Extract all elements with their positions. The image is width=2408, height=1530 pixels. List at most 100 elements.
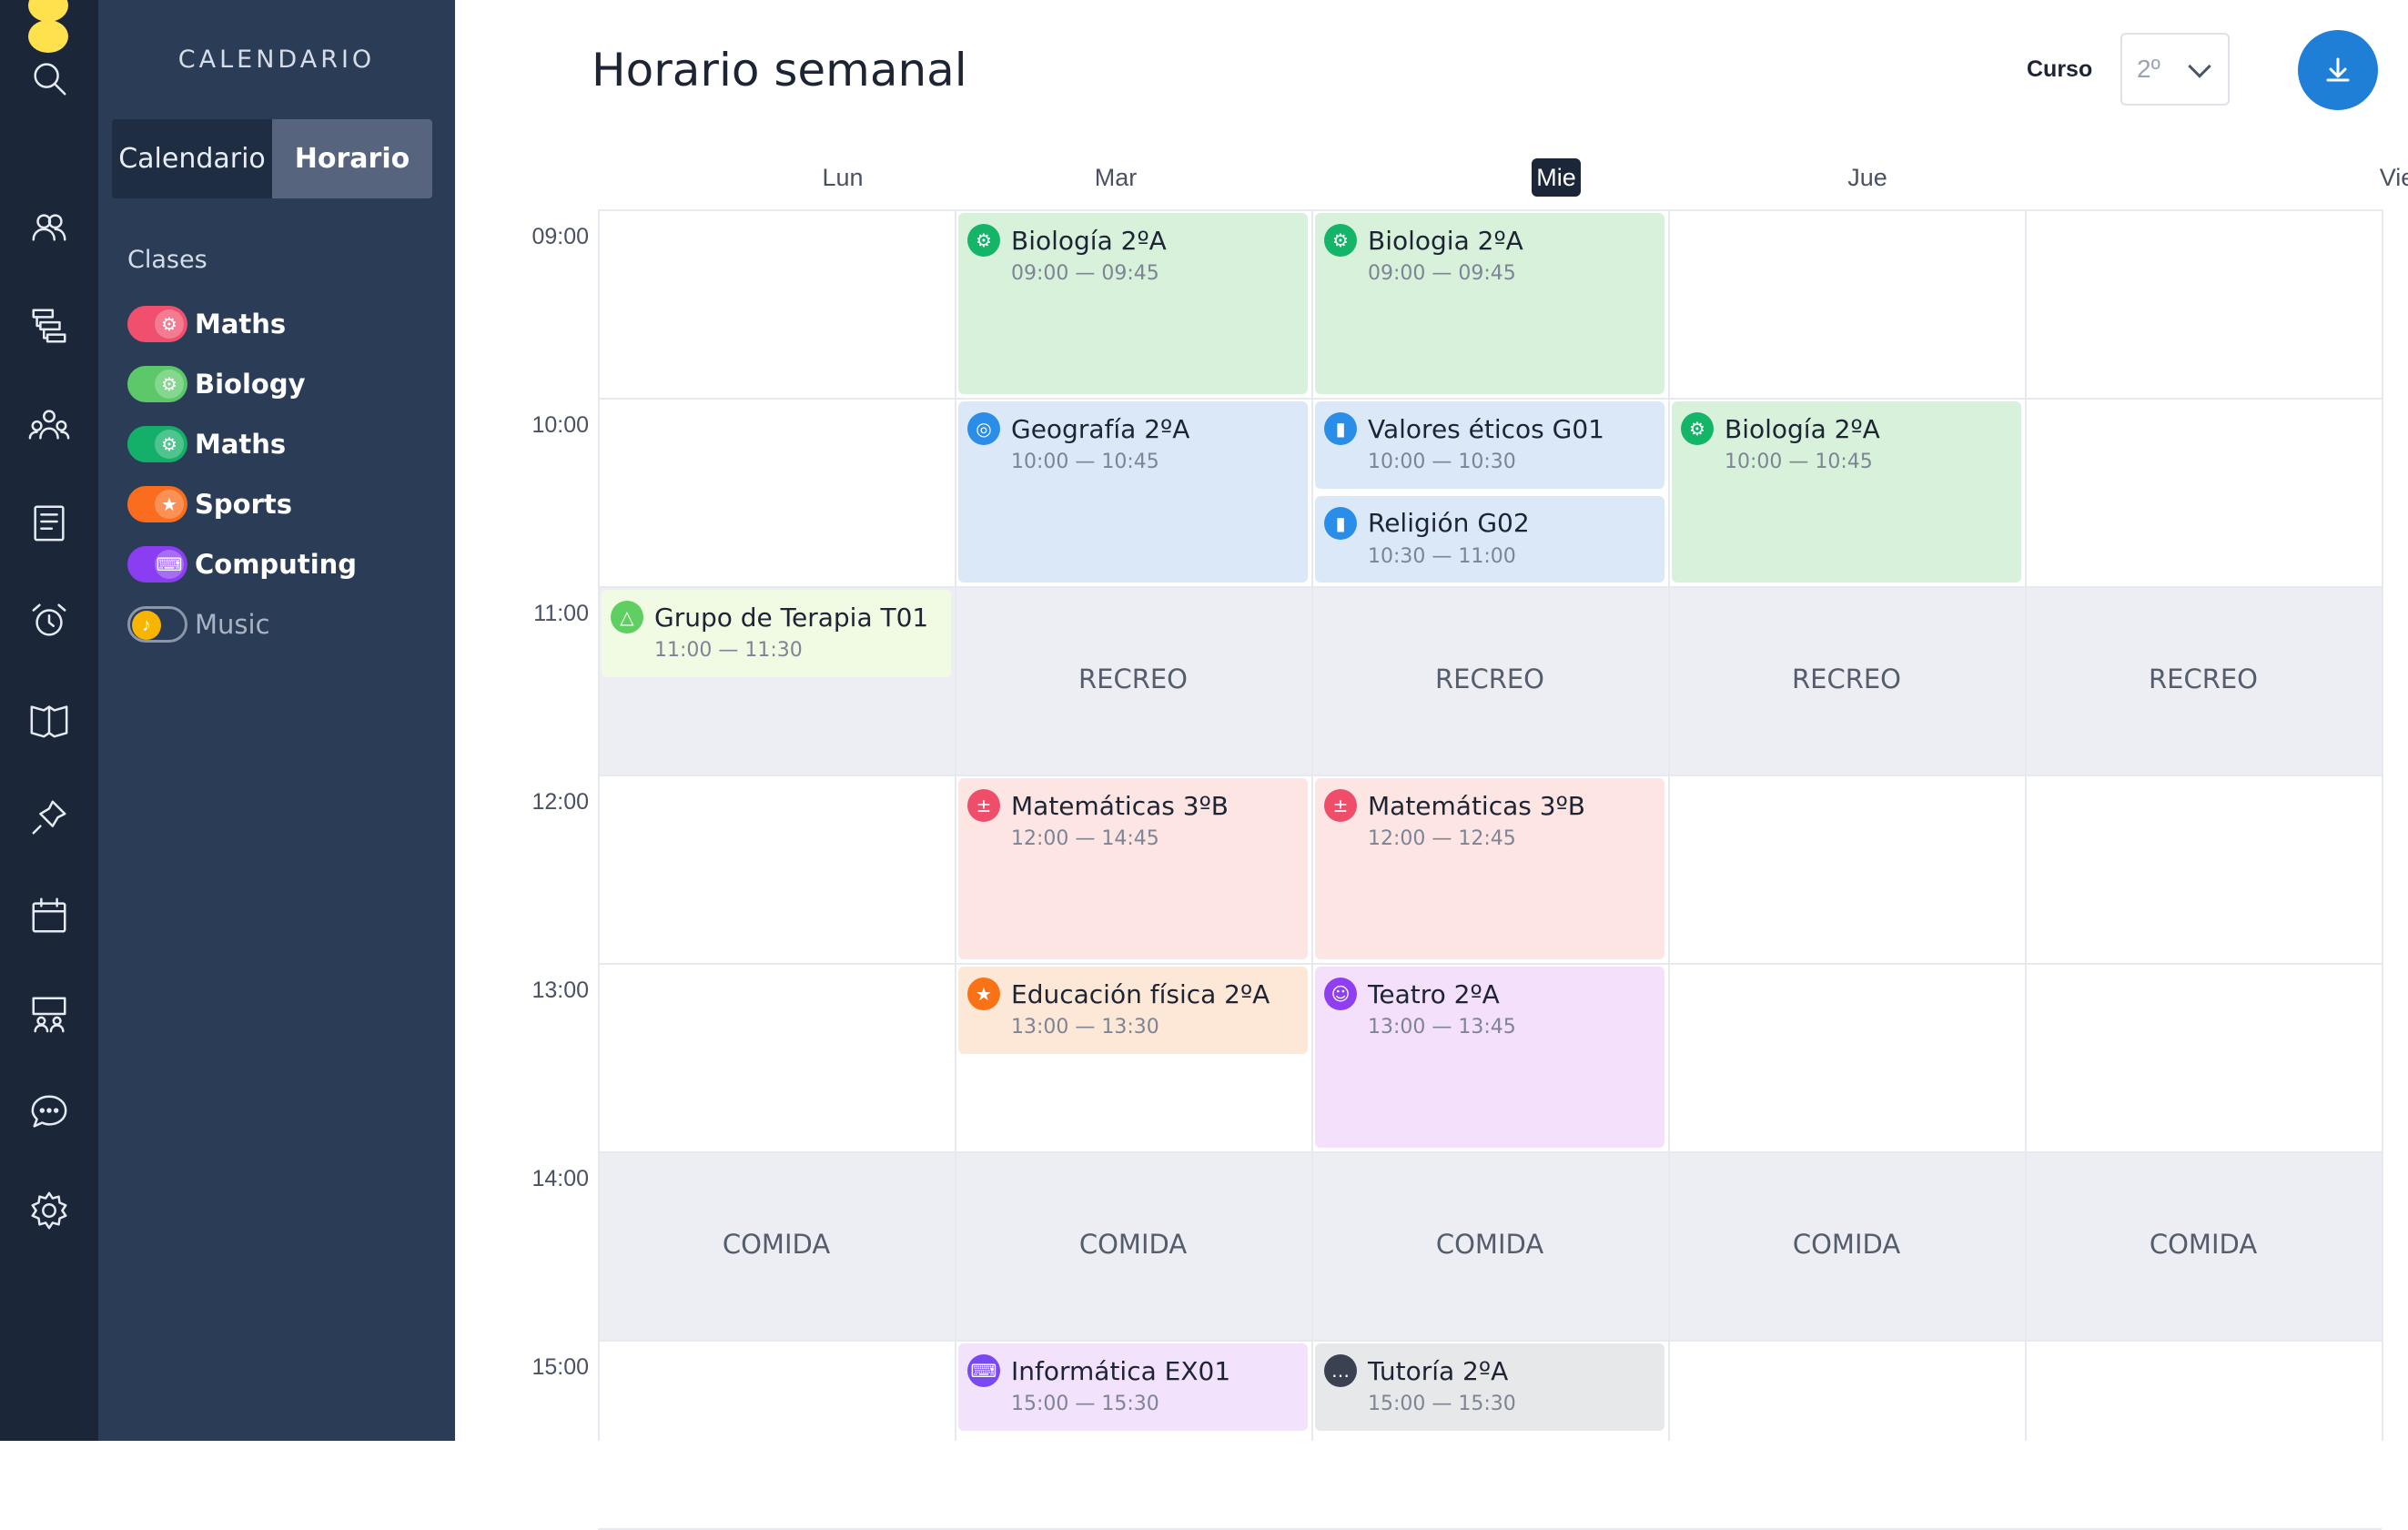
class-item[interactable]: ⚙ Biology [127, 363, 306, 405]
day-header: Vie [2379, 164, 2408, 191]
time-label: 09:00 [531, 224, 589, 249]
schedule-event[interactable]: ⚙ Biologia 2ºA 09:00 — 09:45 [1315, 213, 1664, 394]
event-title: Tutoría 2ºA [1368, 1355, 1509, 1386]
triangle-icon: △ [611, 601, 643, 633]
classroom-icon[interactable] [24, 988, 75, 1039]
event-title: Teatro 2ºA [1368, 978, 1500, 1009]
event-title-row: ⌨ Informática EX01 [967, 1354, 1299, 1387]
toggle-horario[interactable]: Horario [272, 119, 432, 198]
event-title-row: ★ Educación física 2ºA [967, 978, 1299, 1010]
event-time: 15:00 — 15:30 [1368, 1393, 1516, 1415]
event-time: 09:00 — 09:45 [1011, 262, 1159, 285]
event-time: 10:00 — 10:45 [1725, 451, 1873, 473]
page-title: Horario semanal [592, 44, 967, 96]
class-toggle[interactable]: ⚙ [127, 366, 187, 402]
class-label: Computing [195, 549, 358, 580]
curso-select[interactable]: 2º [2120, 33, 2230, 106]
keyboard-icon: ⌨ [967, 1354, 1000, 1387]
keyboard-icon: ⌨ [155, 550, 184, 579]
grid-line [598, 775, 2382, 776]
schedule-event[interactable]: ⌨ Informática EX01 15:00 — 15:30 [958, 1343, 1308, 1431]
sidebar: CALENDARIO Calendario Horario Clases ⚙ Ma… [98, 0, 455, 1441]
schedule-event[interactable]: ± Matemáticas 3ºB 12:00 — 12:45 [1315, 778, 1664, 959]
grid-line [598, 586, 2382, 588]
event-title-row: ± Matemáticas 3ºB [967, 789, 1299, 822]
event-title: Informática EX01 [1011, 1355, 1231, 1386]
class-item[interactable]: ♪ Music [127, 603, 270, 645]
class-toggle[interactable]: ♪ [127, 606, 187, 643]
book-icon: ▮ [1324, 412, 1357, 445]
event-time: 10:00 — 10:45 [1011, 451, 1159, 473]
class-toggle[interactable]: ★ [127, 486, 187, 522]
class-item[interactable]: ⚙ Maths [127, 303, 286, 345]
schedule-event[interactable]: ⚙ Biología 2ºA 10:00 — 10:45 [1672, 401, 2021, 583]
hierarchy-icon[interactable] [24, 300, 75, 351]
event-title: Matemáticas 3ºB [1368, 790, 1585, 821]
event-time: 13:00 — 13:45 [1368, 1016, 1516, 1039]
schedule-event[interactable]: ▮ Valores éticos G01 10:00 — 10:30 [1315, 401, 1664, 489]
class-item[interactable]: ⌨ Computing [127, 543, 357, 585]
gear-bug-icon: ⚙ [1681, 412, 1714, 445]
schedule-event[interactable]: ◎ Geografía 2ºA 10:00 — 10:45 [958, 401, 1308, 583]
schedule-event[interactable]: … Tutoría 2ºA 15:00 — 15:30 [1315, 1343, 1664, 1431]
schedule-event[interactable]: ▮ Religión G02 10:30 — 11:00 [1315, 495, 1664, 583]
schedule-event[interactable]: ★ Educación física 2ºA 13:00 — 13:30 [958, 967, 1308, 1054]
calc-icon: ± [967, 789, 1000, 822]
event-title: Biologia 2ºA [1368, 225, 1523, 256]
recreo-label: RECREO [1078, 664, 1189, 694]
toggle-calendario[interactable]: Calendario [112, 119, 272, 198]
grid-line [598, 398, 2382, 400]
grid-line [598, 209, 2382, 211]
event-time: 09:00 — 09:45 [1368, 262, 1516, 285]
app-logo[interactable] [28, 0, 68, 53]
schedule-event[interactable]: △ Grupo de Terapia T01 11:00 — 11:30 [602, 590, 951, 677]
calendar-icon[interactable] [24, 890, 75, 941]
event-title-row: ± Matemáticas 3ºB [1324, 789, 1655, 822]
time-label: 15:00 [531, 1354, 589, 1380]
class-toggle[interactable]: ⌨ [127, 546, 187, 583]
time-label: 12:00 [531, 789, 589, 815]
book-open-icon[interactable] [24, 694, 75, 745]
search-icon[interactable] [24, 53, 75, 104]
event-time: 15:00 — 15:30 [1011, 1393, 1159, 1415]
class-item[interactable]: ⚙ Maths [127, 423, 286, 465]
clases-heading: Clases [127, 246, 207, 274]
comida-label: COMIDA [722, 1229, 831, 1260]
document-icon[interactable] [24, 497, 75, 548]
runner-icon: ★ [155, 490, 184, 519]
settings-icon[interactable] [24, 1185, 75, 1236]
event-title: Educación física 2ºA [1011, 978, 1270, 1009]
schedule-event[interactable]: ☺ Teatro 2ºA 13:00 — 13:45 [1315, 967, 1664, 1148]
schedule-event[interactable]: ⚙ Biología 2ºA 09:00 — 09:45 [958, 213, 1308, 394]
class-toggle[interactable]: ⚙ [127, 426, 187, 462]
chat-icon: … [1324, 1354, 1357, 1387]
view-toggle: Calendario Horario [112, 119, 432, 198]
recreo-label: RECREO [2148, 664, 2259, 694]
schedule-event[interactable]: ± Matemáticas 3ºB 12:00 — 14:45 [958, 778, 1308, 959]
grid-line [2382, 209, 2383, 1441]
event-title: Biología 2ºA [1011, 225, 1167, 256]
event-title: Grupo de Terapia T01 [654, 602, 929, 633]
book-icon: ▮ [1324, 506, 1357, 540]
group-icon[interactable] [24, 399, 75, 450]
class-toggle[interactable]: ⚙ [127, 306, 187, 342]
gear-bug-icon: ⚙ [155, 309, 184, 339]
curso-value: 2º [2137, 55, 2160, 83]
alarm-icon[interactable] [24, 595, 75, 646]
class-label: Sports [195, 489, 292, 520]
event-time: 10:00 — 10:30 [1368, 451, 1516, 473]
recreo-label: RECREO [1791, 664, 1902, 694]
class-label: Music [195, 609, 270, 640]
class-item[interactable]: ★ Sports [127, 483, 292, 525]
event-title-row: ⚙ Biología 2ºA [967, 224, 1299, 257]
time-label: 14:00 [531, 1166, 589, 1191]
gear-bug-icon: ⚙ [1324, 224, 1357, 257]
users-icon[interactable] [24, 202, 75, 253]
gear-bug-icon: ⚙ [155, 430, 184, 459]
download-button[interactable] [2298, 30, 2378, 110]
pin-icon[interactable] [24, 792, 75, 843]
sidebar-title: CALENDARIO [177, 46, 376, 74]
grid-line [598, 1151, 2382, 1153]
event-time: 12:00 — 12:45 [1368, 827, 1516, 850]
chat-icon[interactable] [24, 1087, 75, 1138]
